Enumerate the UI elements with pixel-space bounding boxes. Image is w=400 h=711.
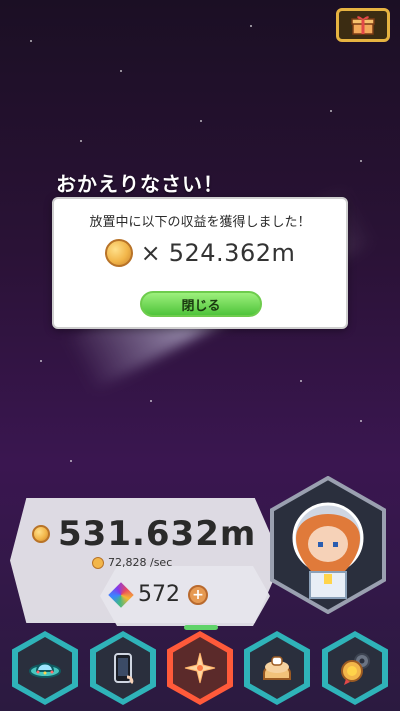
game-screen: { "overlay": { "title": "おかえりなさい！", "mes… xyxy=(0,0,400,711)
star xyxy=(300,380,302,382)
gold-coin-icon xyxy=(32,525,50,543)
gift-icon xyxy=(351,16,375,35)
star xyxy=(360,160,362,162)
reward-amount: 524.362m xyxy=(168,239,296,267)
nav-ufo-button[interactable] xyxy=(12,631,78,705)
star xyxy=(70,460,72,462)
compass-star-icon xyxy=(184,652,216,684)
bread-icon xyxy=(263,656,291,680)
gift-button[interactable] xyxy=(336,8,390,42)
star xyxy=(200,120,202,122)
medal-gear-icon xyxy=(341,653,370,685)
star xyxy=(360,420,362,422)
ufo-icon xyxy=(29,662,61,678)
gold-amount: 531.632m xyxy=(58,514,257,554)
bottom-nav xyxy=(0,625,400,711)
welcome-title: おかえりなさい！ xyxy=(56,172,224,196)
gem-amount: 572 xyxy=(138,582,180,607)
nav-compass-inner xyxy=(173,637,227,699)
active-indicator xyxy=(184,625,218,630)
star xyxy=(150,400,152,402)
gold-row: 531.632m xyxy=(32,514,256,554)
nav-bread-button[interactable] xyxy=(244,631,310,705)
star xyxy=(40,360,42,362)
star xyxy=(120,70,122,72)
gold-rate: 72,828 /sec xyxy=(108,556,173,569)
star xyxy=(330,110,332,112)
nav-compass-button[interactable] xyxy=(167,631,233,705)
star xyxy=(80,140,82,142)
nav-medal-button[interactable] xyxy=(322,631,388,705)
nav-medal-inner xyxy=(328,637,382,699)
nav-phone-inner xyxy=(96,637,150,699)
reward-multiplier: × xyxy=(140,239,161,267)
close-button[interactable]: 閉じる xyxy=(140,291,262,317)
offline-earnings-dialog: 放置中に以下の収益を獲得しました！ × 524.362m 閉じる xyxy=(52,197,348,329)
character-avatar[interactable] xyxy=(266,476,390,614)
plus-icon: + xyxy=(192,586,204,603)
star xyxy=(250,25,252,27)
add-gems-button[interactable]: + xyxy=(188,584,208,605)
coin-icon xyxy=(104,239,133,267)
star xyxy=(30,40,32,42)
phone-icon xyxy=(114,653,134,685)
nav-bread-inner xyxy=(250,637,304,699)
offline-earnings-message: 放置中に以下の収益を獲得しました！ xyxy=(89,215,311,230)
nav-ufo-inner xyxy=(18,637,72,699)
reward-row: × 524.362m xyxy=(54,239,346,267)
gem-icon xyxy=(108,581,134,608)
gem-row: 572 + xyxy=(108,581,208,608)
rate-coin-icon xyxy=(92,556,104,569)
nav-phone-button[interactable] xyxy=(90,631,156,705)
gold-rate-row: 72,828 /sec xyxy=(92,556,172,569)
